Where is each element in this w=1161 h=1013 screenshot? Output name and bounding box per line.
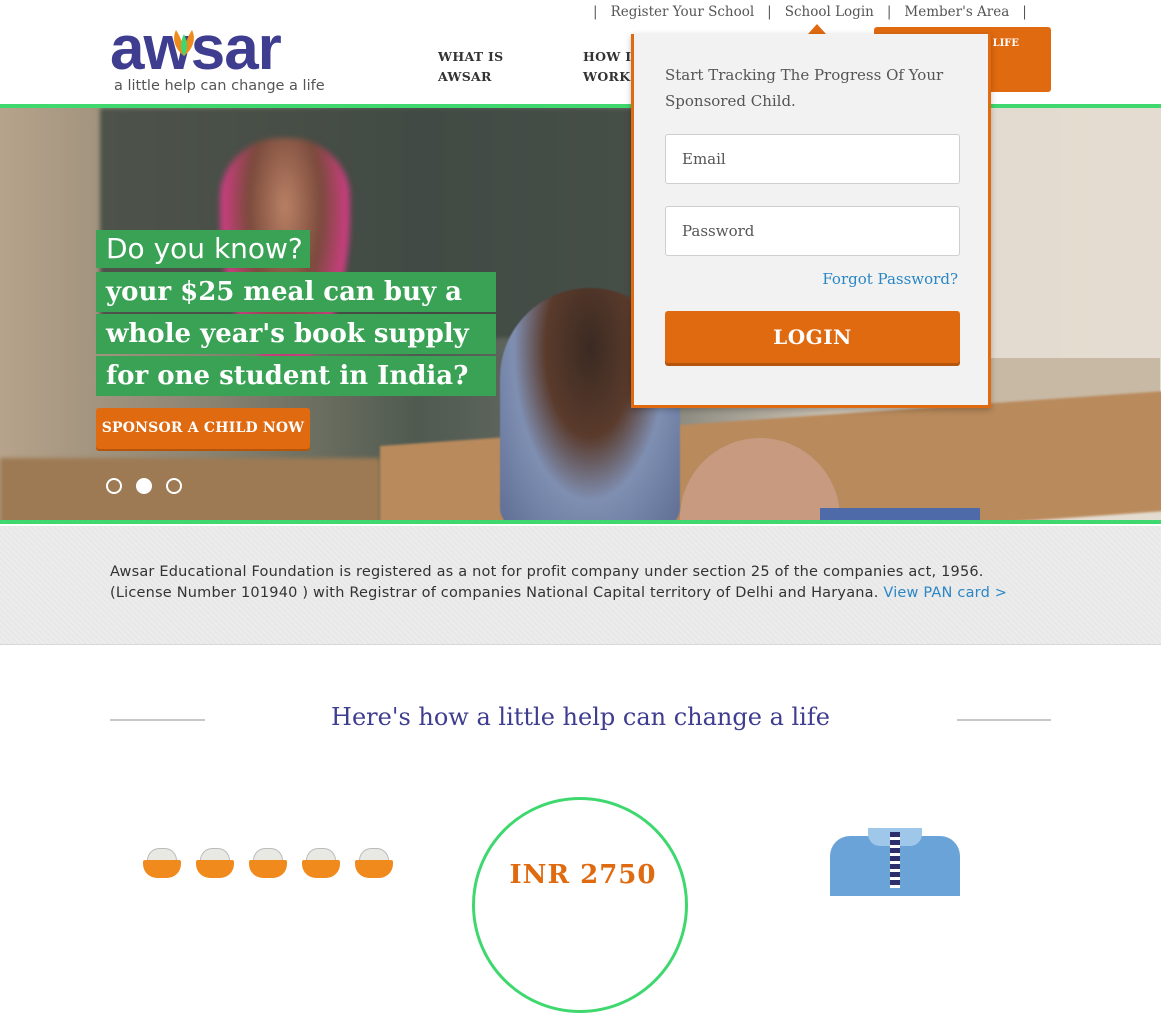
slider-dot-3[interactable] <box>166 478 182 494</box>
hero-image-desk <box>0 458 380 522</box>
top-link-separator: | <box>1022 4 1027 20</box>
registration-text: Awsar Educational Foundation is register… <box>110 564 984 601</box>
leaf-icon <box>174 30 194 56</box>
cost-circle: INR 2750 <box>472 797 688 1013</box>
top-link-separator: | <box>593 4 598 20</box>
slider-dot-2[interactable] <box>136 478 152 494</box>
registration-text-block: Awsar Educational Foundation is register… <box>110 562 1050 604</box>
nav-label-line: AWSAR <box>438 69 492 84</box>
rice-bowl-icon <box>355 848 393 878</box>
slider-dot-1[interactable] <box>106 478 122 494</box>
register-school-link[interactable]: Register Your School <box>611 4 755 20</box>
popover-caret <box>808 24 826 34</box>
cost-value: INR 2750 <box>509 860 657 890</box>
login-button[interactable]: LOGIN <box>665 311 960 363</box>
forgot-password-link[interactable]: Forgot Password? <box>822 270 958 288</box>
hero-divider <box>0 520 1161 524</box>
nav-what-is-awsar[interactable]: WHAT IS AWSAR <box>438 47 504 87</box>
hero-headline-line: for one student in India? <box>96 356 496 396</box>
school-login-link[interactable]: School Login <box>785 4 874 20</box>
top-links: | Register Your School | School Login | Membe… <box>580 4 1040 22</box>
members-area-link[interactable]: Member's Area <box>904 4 1009 20</box>
login-popover-title: Start Tracking The Progress Of Your Spon… <box>665 66 944 110</box>
uniform-icon <box>830 828 960 896</box>
top-link-separator: | <box>767 4 772 20</box>
rice-bowl-icon <box>302 848 340 878</box>
password-field[interactable] <box>665 206 960 256</box>
sponsor-child-button[interactable]: SPONSOR A CHILD NOW <box>96 408 310 449</box>
top-link-separator: | <box>886 4 892 20</box>
login-popover: Start Tracking The Progress Of Your Spon… <box>631 34 991 408</box>
rice-bowl-icon <box>249 848 287 878</box>
section-title: Here's how a little help can change a li… <box>331 703 830 731</box>
nav-label-line: WHAT IS <box>438 49 504 64</box>
hero-headline-line: your $25 meal can buy a <box>96 272 496 312</box>
tagline: a little help can change a life <box>114 78 325 94</box>
logo[interactable]: awsar a little help can change a life <box>110 18 340 100</box>
hero-headline-kicker: Do you know? <box>96 230 310 268</box>
rice-bowl-icon <box>196 848 234 878</box>
email-field[interactable] <box>665 134 960 184</box>
hero-headline-line: whole year's book supply <box>96 314 496 354</box>
view-pan-card-link[interactable]: View PAN card > <box>883 585 1007 601</box>
rice-bowl-icon <box>143 848 181 878</box>
registration-notice: Awsar Educational Foundation is register… <box>0 526 1161 645</box>
